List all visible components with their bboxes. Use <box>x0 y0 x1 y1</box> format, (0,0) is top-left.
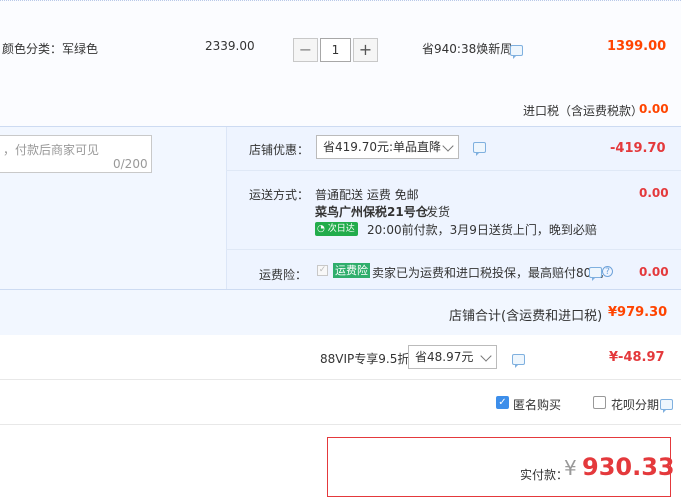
anonymous-label[interactable]: 匿名购买 <box>513 396 561 413</box>
clock-icon: ◔ <box>317 224 325 234</box>
chat-icon[interactable] <box>660 399 673 413</box>
chat-icon[interactable] <box>589 267 602 281</box>
divider <box>226 249 681 250</box>
shipping-label: 运送方式： <box>249 188 310 202</box>
item-subtotal: 1399.00 <box>607 39 667 54</box>
store-discount-selected: 省419.70元:单品直降 <box>323 140 442 154</box>
currency-symbol: ¥ <box>564 456 577 480</box>
delivery-promise: 20:00前付款，3月9日送货上门，晚到必赔 <box>367 223 597 237</box>
store-total-row: 店铺合计(含运费和进口税) ¥979.30 <box>0 289 681 336</box>
store-discount-value: -419.70 <box>610 141 666 156</box>
warehouse-action: 发货 <box>426 205 451 219</box>
chevron-down-icon <box>442 140 454 152</box>
warehouse-name: 菜鸟广州保税21号仓 <box>315 205 428 219</box>
message-placeholder: ，付款后商家可见 <box>3 143 100 157</box>
promo-text: 省940:38焕新周 <box>422 42 513 56</box>
payment-amount: 930.33 <box>582 453 675 481</box>
store-total-value: ¥979.30 <box>608 305 668 320</box>
buyer-message-input[interactable]: ，付款后商家可见 0/200 <box>0 135 152 173</box>
anonymous-checkbox[interactable]: ✓ <box>496 396 509 409</box>
payment-summary: 实付款： ¥ 930.33 <box>327 437 675 497</box>
increase-quantity-button[interactable]: + <box>353 38 378 62</box>
help-icon[interactable]: ? <box>602 266 613 277</box>
message-counter: 0/200 <box>113 157 148 171</box>
insurance-checkbox: ✓ <box>317 265 328 276</box>
sku-spec: 颜色分类：军绿色 <box>2 42 99 56</box>
store-discount-label: 店铺优惠： <box>249 143 310 157</box>
quantity-input[interactable]: 1 <box>320 38 351 62</box>
unit-price: 2339.00 <box>205 39 255 53</box>
insurance-label: 运费险： <box>259 268 308 282</box>
store-discount-select[interactable]: 省419.70元:单品直降 <box>316 135 459 159</box>
chat-icon[interactable] <box>512 354 525 368</box>
decrease-quantity-button[interactable]: − <box>293 38 318 62</box>
huabei-label[interactable]: 花呗分期 <box>611 396 659 413</box>
vip-selected: 省48.97元 <box>415 350 474 364</box>
chat-icon[interactable] <box>473 142 486 156</box>
shipping-value: 0.00 <box>639 186 669 200</box>
insurance-desc: 卖家已为运费和进口税投保，最高赔付80元 <box>372 266 604 280</box>
chevron-down-icon <box>480 350 492 362</box>
insurance-value: 0.00 <box>639 265 669 279</box>
insurance-tag: 运费险 <box>333 263 370 278</box>
import-tax-value: 0.00 <box>639 102 669 116</box>
vip-value: ¥-48.97 <box>609 350 665 365</box>
import-tax-label: 进口税（含运费税款） <box>523 104 644 118</box>
next-day-badge-label: 次日达 <box>327 224 355 234</box>
store-total-label: 店铺合计(含运费和进口税) <box>449 309 603 324</box>
vip-discount-select[interactable]: 省48.97元 <box>408 345 497 369</box>
payment-label: 实付款： <box>520 468 569 482</box>
divider <box>226 170 681 171</box>
vip-discount-row: 88VIP专享9.5折 省48.97元 ¥-48.97 <box>0 335 681 380</box>
shipping-method: 普通配送 运费 免邮 <box>315 188 419 202</box>
order-item-row: 颜色分类：军绿色 2339.00 − 1 + 省940:38焕新周 1399.0… <box>0 0 681 127</box>
chat-icon[interactable] <box>510 45 523 59</box>
purchase-options-row: ✓ 匿名购买 花呗分期 <box>0 380 681 425</box>
vip-label: 88VIP专享9.5折 <box>320 352 410 366</box>
next-day-badge: ◔ 次日达 <box>315 222 358 236</box>
huabei-checkbox[interactable] <box>593 396 606 409</box>
